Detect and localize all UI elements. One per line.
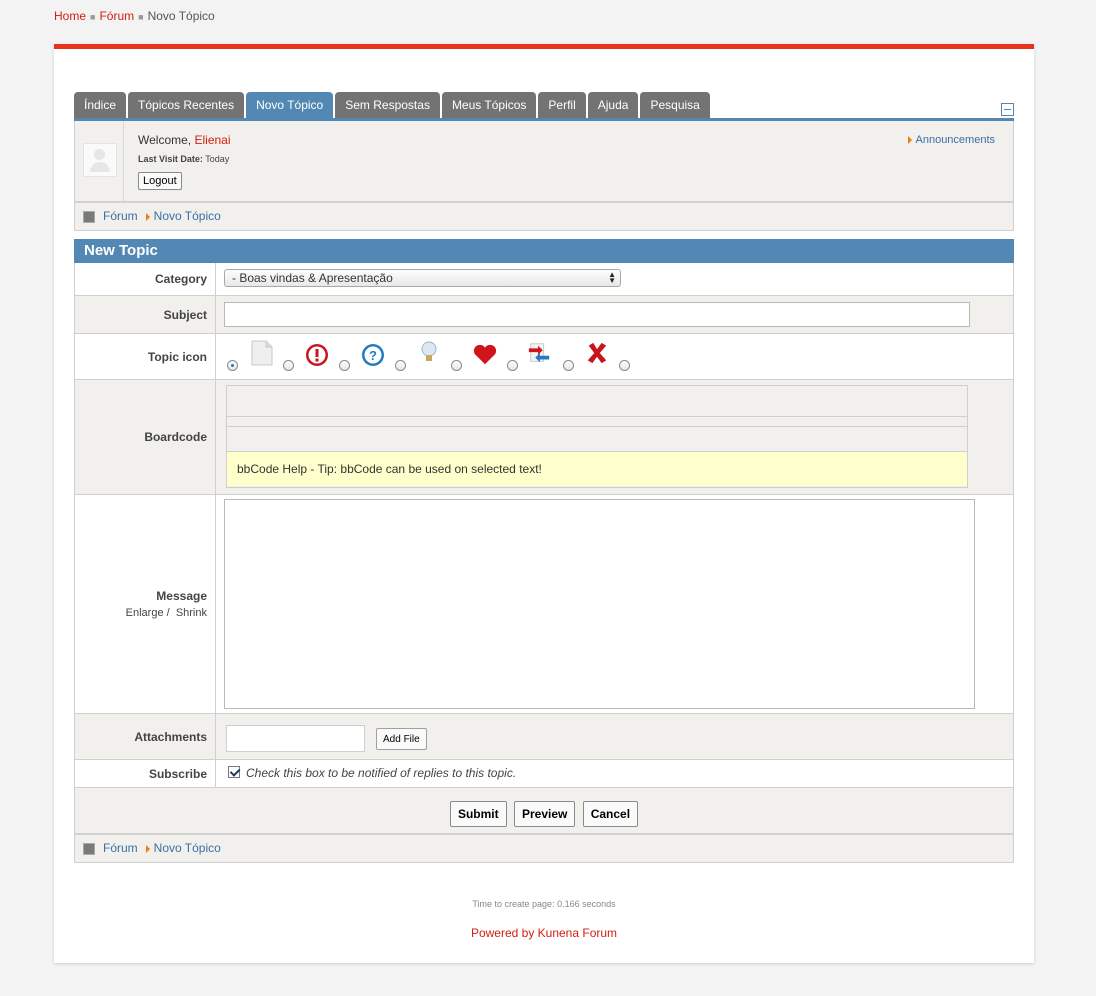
subject-row: Subject (74, 296, 1014, 334)
form-title: New Topic (74, 239, 1014, 263)
file-input[interactable] (226, 725, 365, 752)
arrow-right-icon (145, 212, 150, 221)
enlarge-link[interactable]: Enlarge (126, 607, 164, 619)
message-label: Message (156, 589, 207, 603)
cancel-button[interactable]: Cancel (582, 801, 639, 827)
logout-button[interactable]: Logout (138, 172, 182, 190)
subscribe-row: Subscribe Check this box to be notified … (74, 760, 1014, 788)
breadcrumb-separator: ■ (138, 12, 144, 22)
last-visit: Last Visit Date: Today (138, 154, 229, 164)
announcements-link-wrap: Announcements (907, 134, 996, 146)
collapse-toggle-icon[interactable] (1001, 103, 1014, 116)
select-arrows-icon: ▲ ▼ (608, 270, 616, 285)
top-breadcrumb: Home ■ Fórum ■ Novo Tópico (54, 9, 215, 23)
topic-icon-radio-question[interactable] (395, 360, 406, 371)
subscribe-checkbox[interactable] (228, 766, 240, 778)
subscribe-label: Subscribe (75, 760, 216, 787)
breadcrumb-home-link[interactable]: Home (54, 9, 86, 23)
pathway-current-link[interactable]: Novo Tópico (154, 209, 221, 223)
topic-icon-row: Topic icon ? (74, 334, 1014, 380)
avatar[interactable] (83, 143, 117, 177)
exclamation-icon (306, 344, 328, 366)
breadcrumb-current: Novo Tópico (147, 9, 215, 23)
attachments-label: Attachments (75, 714, 216, 759)
forum-square-icon (83, 210, 95, 223)
page-container: Índice Tópicos Recentes Novo Tópico Sem … (54, 44, 1034, 963)
arrow-right-icon (145, 844, 150, 853)
category-selected-value: - Boas vindas & Apresentação (232, 271, 393, 285)
avatar-cell (75, 121, 124, 201)
boardcode-row: Boardcode bbCode Help - Tip: bbCode can … (74, 380, 1014, 495)
subject-input[interactable] (224, 302, 970, 327)
svg-text:?: ? (369, 348, 377, 363)
bbcode-toolbar (227, 386, 967, 417)
shrink-link[interactable]: Shrink (176, 607, 207, 619)
question-icon: ? (362, 344, 384, 366)
pathway-forum-link[interactable]: Fórum (103, 209, 138, 223)
heart-icon (473, 344, 497, 365)
forum-square-icon (83, 842, 95, 855)
tab-pesquisa[interactable]: Pesquisa (640, 92, 710, 118)
submit-button[interactable]: Submit (449, 801, 507, 827)
tab-ajuda[interactable]: Ajuda (587, 92, 639, 118)
powered-by-link[interactable]: Powered by Kunena Forum (54, 926, 1034, 940)
forum-wrapper: Índice Tópicos Recentes Novo Tópico Sem … (74, 92, 1014, 863)
arrows-icon (528, 343, 550, 363)
profile-box: Welcome, Elienai Last Visit Date: Today … (74, 121, 1014, 202)
default-page-icon (251, 340, 273, 366)
enlarge-shrink-links: Enlarge / Shrink (125, 607, 207, 619)
pathway-bottom: Fórum Novo Tópico (74, 834, 1014, 863)
topic-icon-options: ? (216, 334, 1013, 379)
boardcode-label: Boardcode (75, 380, 216, 494)
last-visit-value: Today (205, 154, 230, 164)
username-link[interactable]: Elienai (194, 133, 230, 147)
arrow-right-icon (907, 136, 912, 145)
category-select[interactable]: - Boas vindas & Apresentação ▲ ▼ (224, 269, 621, 287)
category-row: Category - Boas vindas & Apresentação ▲ ▼ (74, 263, 1014, 296)
tab-indice[interactable]: Índice (74, 92, 127, 118)
breadcrumb-separator: ■ (90, 12, 96, 22)
topic-icon-label: Topic icon (75, 334, 216, 379)
pathway-top: Fórum Novo Tópico (74, 202, 1014, 231)
announcements-link[interactable]: Announcements (916, 134, 996, 146)
message-label-cell: Message Enlarge / Shrink (75, 495, 216, 713)
topic-icon-radio-arrows[interactable] (563, 360, 574, 371)
topic-icon-radio-x[interactable] (619, 360, 630, 371)
page-time: Time to create page: 0.166 seconds (472, 899, 616, 909)
topic-icon-radio-lightbulb[interactable] (451, 360, 462, 371)
preview-button[interactable]: Preview (513, 801, 576, 827)
tab-topicos-recentes[interactable]: Tópicos Recentes (128, 92, 245, 118)
forum-tabs: Índice Tópicos Recentes Novo Tópico Sem … (74, 92, 1014, 121)
category-label: Category (75, 263, 216, 295)
subject-label: Subject (75, 296, 216, 333)
tab-meus-topicos[interactable]: Meus Tópicos (441, 92, 537, 118)
pathway-forum-link-bottom[interactable]: Fórum (103, 841, 138, 855)
topic-icon-radio-none[interactable] (227, 360, 238, 371)
topic-icon-radio-exclamation[interactable] (339, 360, 350, 371)
tab-perfil[interactable]: Perfil (538, 92, 586, 118)
message-textarea[interactable] (224, 499, 975, 709)
add-file-button[interactable]: Add File (376, 728, 427, 750)
topic-icon-radio-heart[interactable] (507, 360, 518, 371)
tab-novo-topico[interactable]: Novo Tópico (246, 92, 334, 118)
last-visit-label: Last Visit Date: (138, 154, 203, 164)
bbcode-editor: bbCode Help - Tip: bbCode can be used on… (226, 385, 968, 488)
bbcode-help-text: bbCode Help - Tip: bbCode can be used on… (227, 452, 967, 486)
bbcode-toolbar-secondary (227, 426, 967, 452)
form-buttons: Submit Preview Cancel (74, 788, 1014, 834)
tab-sem-respostas[interactable]: Sem Respostas (335, 92, 440, 118)
welcome-label: Welcome, (138, 133, 192, 147)
breadcrumb-forum-link[interactable]: Fórum (99, 9, 134, 23)
red-x-icon (587, 342, 607, 364)
pathway-current-link-bottom[interactable]: Novo Tópico (154, 841, 221, 855)
attachments-row: Attachments Add File (74, 714, 1014, 760)
topic-icon-radio-default[interactable] (283, 360, 294, 371)
welcome-text: Welcome, Elienai (138, 133, 231, 147)
subscribe-text: Check this box to be notified of replies… (246, 766, 517, 780)
lightbulb-icon (421, 341, 437, 361)
message-row: Message Enlarge / Shrink (74, 495, 1014, 714)
